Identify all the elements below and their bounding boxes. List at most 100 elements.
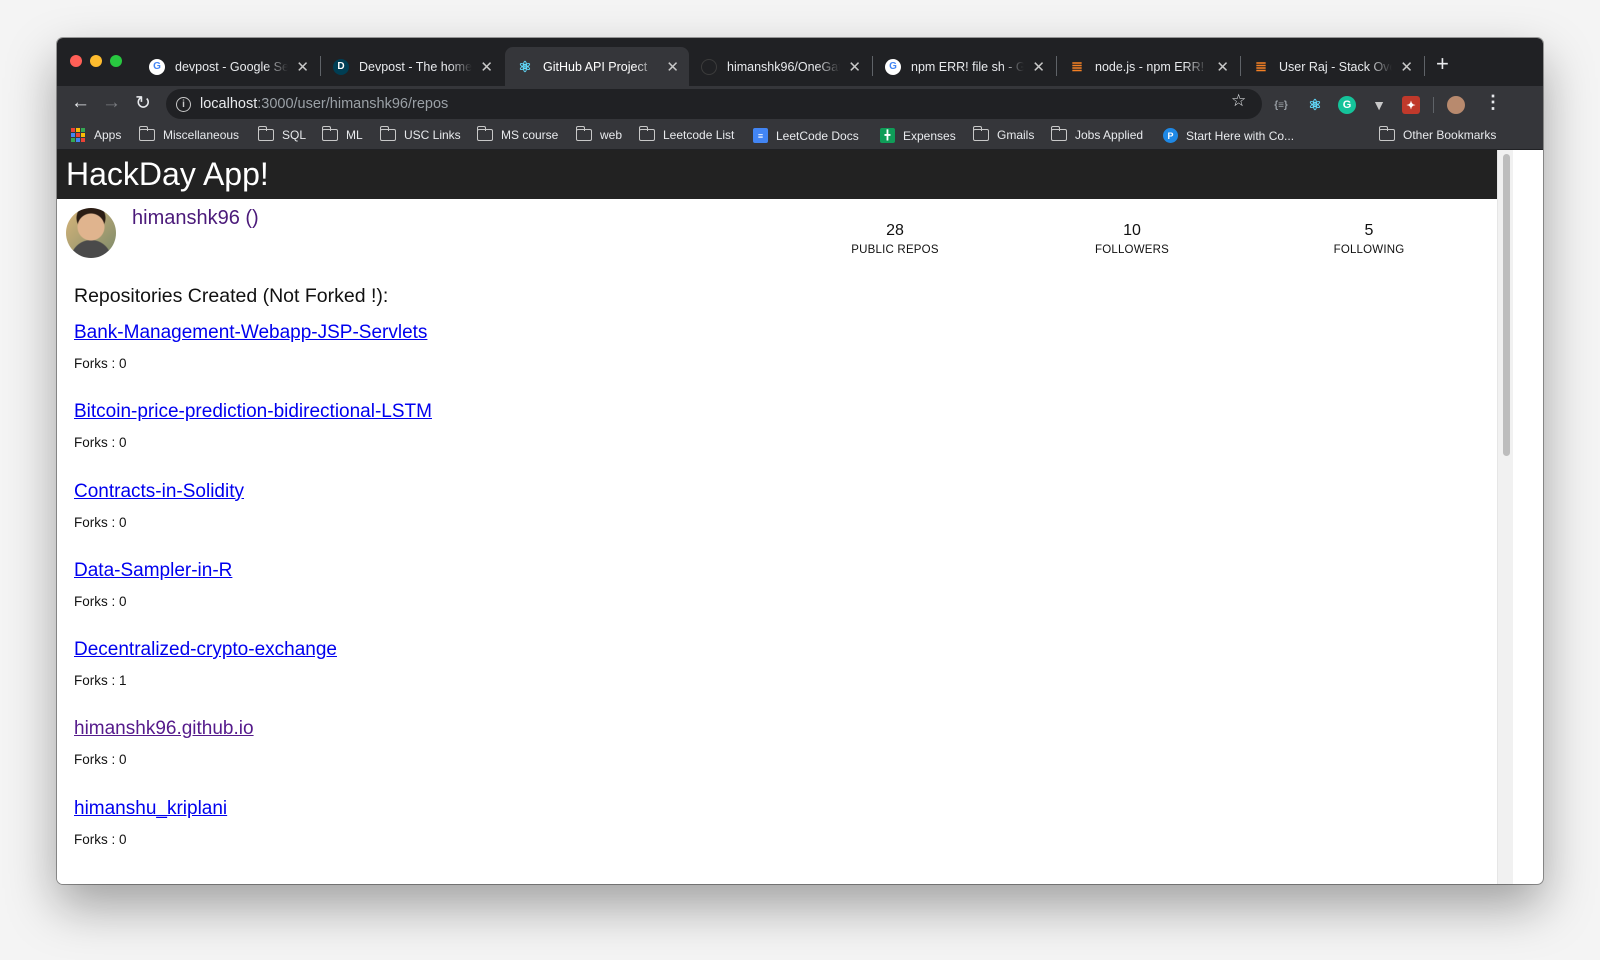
devpost-icon: D (333, 58, 349, 75)
url-path: :3000/user/himanshk96/repos (257, 96, 449, 112)
bookmark-sql[interactable]: SQL (257, 126, 306, 142)
folder-icon (1050, 126, 1067, 141)
new-tab-button[interactable]: + (1436, 51, 1449, 77)
close-icon[interactable]: ✕ (848, 58, 861, 76)
stackoverflow-icon: ≣ (1255, 58, 1267, 74)
username-link[interactable]: himanshk96 () (132, 207, 259, 230)
tab-devpost[interactable]: D Devpost - The home for hackers ✕ (321, 47, 503, 86)
tab-title: npm ERR! file sh - Google Search (911, 59, 1025, 74)
bookmark-other-bookmarks[interactable]: Other Bookmarks (1378, 126, 1497, 142)
bookmark-label: LeetCode Docs (776, 128, 859, 143)
close-icon[interactable]: ✕ (480, 58, 493, 76)
grammarly-icon[interactable]: G (1338, 96, 1356, 114)
bookmark-label: Other Bookmarks (1403, 128, 1497, 142)
folder-icon (1378, 126, 1395, 141)
bookmark-leetcode-list[interactable]: Leetcode List (638, 126, 735, 142)
bookmark-label: Leetcode List (663, 128, 735, 142)
bookmark-label: USC Links (404, 128, 461, 142)
page-scrollbar[interactable] (1497, 150, 1513, 884)
tab-stackoverflow-user[interactable]: ≣ User Raj - Stack Overflow ✕ (1241, 47, 1423, 86)
bookmark-gmails[interactable]: Gmails (972, 126, 1035, 142)
bookmark-label: Gmails (997, 128, 1035, 142)
repo-forks: Forks : 0 (74, 356, 127, 371)
stat-value: 28 (886, 222, 904, 239)
bookmark-usc-links[interactable]: USC Links (379, 126, 461, 142)
bookmark-label: ML (346, 128, 363, 142)
stat-label: FOLLOWING (1333, 244, 1405, 256)
tab-npm-google[interactable]: G npm ERR! file sh - Google Search ✕ (873, 47, 1055, 86)
repo-link[interactable]: Data-Sampler-in-R (74, 560, 232, 582)
repo-link[interactable]: himanshk96.github.io (74, 718, 254, 740)
close-icon[interactable]: ✕ (1216, 58, 1229, 76)
bookmark-expenses[interactable]: ╋ Expenses (880, 128, 956, 143)
bookmark-start-here[interactable]: P Start Here with Co... (1163, 128, 1294, 143)
close-icon[interactable]: ✕ (1032, 58, 1045, 76)
list-item: Bank-Management-Webapp-JSP-Servlets Fork… (74, 322, 874, 401)
user-avatar (66, 208, 116, 258)
google-icon: G (885, 58, 901, 75)
forward-arrow-icon[interactable]: → (102, 92, 121, 114)
minimize-window-button[interactable] (90, 55, 102, 67)
stat-label: PUBLIC REPOS (851, 244, 939, 256)
profile-avatar-icon[interactable] (1447, 96, 1465, 114)
repo-link[interactable]: Bitcoin-price-prediction-bidirectional-L… (74, 401, 432, 423)
react-devtools-icon[interactable]: ⚛ (1306, 96, 1324, 114)
browser-toolbar: ← → ↻ i localhost:3000/user/himanshk96/r… (57, 86, 1543, 124)
tab-stackoverflow-npm[interactable]: ≣ node.js - npm ERR! code ✕ (1057, 47, 1239, 86)
vue-devtools-icon[interactable]: ▼ (1370, 96, 1388, 114)
bookmarks-bar: Apps Miscellaneous SQL ML USC Links MS c… (57, 124, 1543, 150)
repo-link[interactable]: himanshu_kriplani (74, 798, 227, 820)
close-icon[interactable]: ✕ (1400, 58, 1413, 76)
repo-forks: Forks : 0 (74, 831, 127, 847)
bookmark-label: Apps (94, 128, 122, 142)
repo-link[interactable]: Contracts-in-Solidity (74, 481, 244, 503)
bookmark-label: MS course (501, 128, 559, 142)
bookmark-label: Miscellaneous (163, 128, 240, 142)
repo-forks: Forks : 1 (74, 673, 127, 689)
bookmark-jobs-applied[interactable]: Jobs Applied (1050, 126, 1143, 142)
google-icon: G (149, 58, 165, 75)
close-icon[interactable]: ✕ (296, 58, 309, 76)
stat-value: 10 (1123, 222, 1141, 239)
reload-icon[interactable]: ↻ (135, 92, 151, 115)
stat-public-repos: 28 PUBLIC REPOS (815, 222, 975, 256)
tab-devpost-google[interactable]: G devpost - Google Search ✕ (137, 47, 319, 86)
bookmark-star-icon[interactable]: ☆ (1231, 91, 1246, 111)
github-icon (701, 58, 717, 75)
list-item: Decentralized-crypto-exchange Forks : 1 (74, 639, 874, 718)
bookmark-leetcode-docs[interactable]: ≡ LeetCode Docs (753, 128, 859, 143)
stat-label: FOLLOWERS (1094, 244, 1169, 256)
info-icon[interactable]: i (176, 96, 191, 112)
bookmark-apps[interactable]: Apps (71, 128, 121, 142)
google-sheets-icon: ╋ (880, 128, 895, 143)
extension-icon[interactable]: {≡} (1272, 96, 1290, 114)
react-icon: ⚛ (518, 58, 532, 76)
tab-title: node.js - npm ERR! code (1095, 59, 1208, 74)
maximize-window-button[interactable] (110, 55, 122, 67)
app-title: HackDay App! (57, 150, 1497, 199)
tab-title: Devpost - The home for hackers (359, 59, 473, 74)
folder-icon (972, 126, 989, 141)
extension-red-icon[interactable]: ✦ (1402, 96, 1420, 114)
bookmark-web[interactable]: web (575, 126, 622, 142)
close-icon[interactable]: ✕ (666, 58, 679, 76)
repo-link[interactable]: Bank-Management-Webapp-JSP-Servlets (74, 322, 427, 344)
bookmark-label: Expenses (903, 128, 956, 143)
stackoverflow-icon: ≣ (1071, 58, 1083, 74)
close-window-button[interactable] (70, 55, 82, 67)
repo-forks: Forks : 0 (74, 435, 127, 451)
back-arrow-icon[interactable]: ← (71, 92, 90, 114)
folder-icon (379, 126, 396, 141)
tab-title: himanshk96/OneGate (727, 59, 841, 74)
stat-value: 5 (1364, 222, 1374, 239)
menu-dots-icon[interactable]: ⋮ (1484, 92, 1502, 113)
tab-github-api-project[interactable]: ⚛ GitHub API Project ✕ (505, 47, 689, 86)
bookmark-ml[interactable]: ML (321, 126, 363, 142)
scrollbar-thumb[interactable] (1503, 154, 1510, 456)
bookmark-miscellaneous[interactable]: Miscellaneous (138, 126, 240, 142)
tab-onegate[interactable]: himanshk96/OneGate ✕ (689, 47, 871, 86)
bookmark-ms-course[interactable]: MS course (476, 126, 559, 142)
repos-heading: Repositories Created (Not Forked !): (74, 285, 389, 307)
repo-link[interactable]: Decentralized-crypto-exchange (74, 639, 337, 661)
address-bar[interactable]: i localhost:3000/user/himanshk96/repos (166, 89, 1262, 119)
